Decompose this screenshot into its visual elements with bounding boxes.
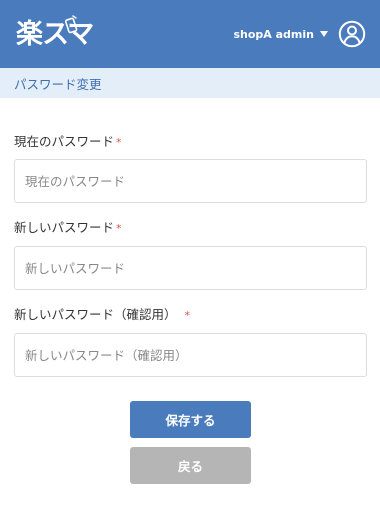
current-password-label-text: 現在のパスワード	[14, 134, 115, 149]
current-password-field[interactable]	[14, 159, 367, 203]
confirm-password-label-text: 新しいパスワード（確認用）	[14, 307, 177, 322]
page-title: パスワード変更	[14, 76, 102, 92]
back-button[interactable]: 戻る	[130, 447, 251, 484]
app-logo[interactable]: 楽スマ	[16, 15, 94, 54]
page-title-bar: パスワード変更	[0, 68, 380, 98]
new-password-label-text: 新しいパスワード	[14, 220, 115, 235]
required-mark: *	[116, 222, 122, 235]
logo-text: 楽スマ	[16, 19, 94, 50]
new-password-label: 新しいパスワード *	[14, 220, 122, 237]
save-button[interactable]: 保存する	[130, 401, 251, 438]
smartphone-icon	[64, 15, 78, 34]
caret-down-icon	[320, 31, 328, 37]
new-password-field[interactable]	[14, 246, 367, 290]
user-name: shopA admin	[233, 27, 314, 41]
required-mark: *	[184, 309, 191, 322]
confirm-password-field[interactable]	[14, 333, 367, 377]
user-circle-icon[interactable]	[338, 20, 366, 48]
current-password-label: 現在のパスワード *	[14, 134, 122, 151]
required-mark: *	[116, 136, 122, 149]
confirm-password-label: 新しいパスワード（確認用） *	[14, 307, 190, 324]
app-header: 楽スマ shopA admin	[0, 0, 380, 68]
user-menu[interactable]: shopA admin	[233, 19, 366, 49]
